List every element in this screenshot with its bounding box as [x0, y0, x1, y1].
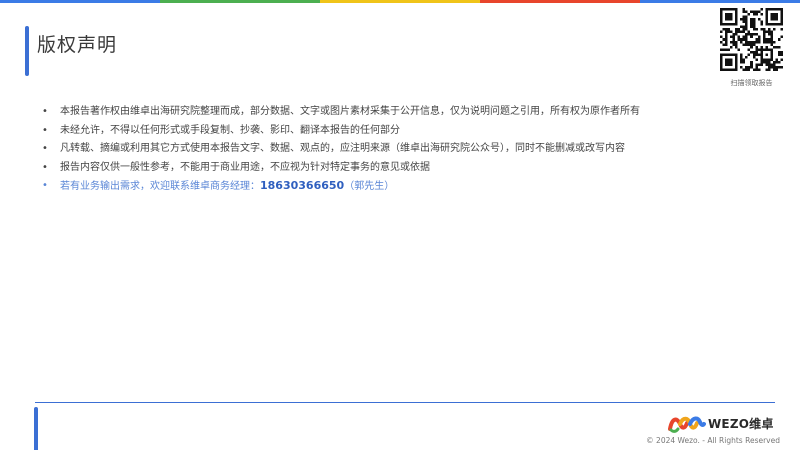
- bullet-dot: •: [42, 106, 48, 117]
- list-item-text: 本报告著作权由维卓出海研究院整理而成，部分数据、文字或图片素材采集于公开信息，仅…: [60, 106, 640, 117]
- list-item-text: 报告内容仅供一般性参考，不能用于商业用途，不应视为针对特定事务的意见或依据: [60, 161, 430, 173]
- top-bar-segment-blue-2: [640, 0, 800, 3]
- contact-list-item: • 若有业务输出需求，欢迎联系维卓商务经理：18630366650（郭先生）: [40, 177, 760, 197]
- bullet-dot: •: [42, 124, 48, 136]
- top-color-bar: [0, 0, 800, 3]
- footer-accent-bar: [34, 407, 38, 450]
- top-bar-segment-yellow: [320, 0, 480, 3]
- list-item: • 凡转载、摘编或利用其它方式使用本报告文字、数据、观点的，应注明来源（维卓出海…: [40, 140, 760, 159]
- copyright-notice-list: • 本报告著作权由维卓出海研究院整理而成，部分数据、文字或图片素材采集于公开信息…: [40, 103, 760, 197]
- bullet-dot: •: [42, 180, 48, 191]
- bullet-dot: •: [42, 161, 48, 173]
- page-title: 版权声明: [37, 34, 118, 56]
- qr-code-icon[interactable]: [720, 8, 783, 71]
- wezo-logo-icon: [668, 416, 706, 433]
- top-bar-segment-blue: [0, 0, 160, 3]
- contact-suffix: （郭先生）: [344, 181, 395, 192]
- list-item: • 未经允许，不得以任何形式或手段复制、抄袭、影印、翻译本报告的任何部分: [40, 122, 760, 141]
- top-bar-segment-red: [480, 0, 640, 3]
- contact-phone[interactable]: 18630366650: [260, 179, 344, 192]
- list-item-text: 未经允许，不得以任何形式或手段复制、抄袭、影印、翻译本报告的任何部分: [60, 124, 400, 136]
- bullet-dot: •: [42, 143, 48, 154]
- contact-prefix: 若有业务输出需求，欢迎联系维卓商务经理：: [60, 181, 260, 192]
- top-bar-segment-green: [160, 0, 320, 3]
- list-item: • 本报告著作权由维卓出海研究院整理而成，部分数据、文字或图片素材采集于公开信息…: [40, 103, 760, 122]
- title-accent-bar: [25, 26, 29, 76]
- list-item-text: 凡转载、摘编或利用其它方式使用本报告文字、数据、观点的，应注明来源（维卓出海研究…: [60, 143, 625, 154]
- brand-logo-block: WEZO维卓: [668, 412, 774, 434]
- qr-caption: 扫描领取报告: [730, 79, 773, 87]
- footer-divider: [35, 402, 775, 403]
- copyright-text: © 2024 Wezo. - All Rights Reserved: [646, 436, 780, 445]
- list-item: • 报告内容仅供一般性参考，不能用于商业用途，不应视为针对特定事务的意见或依据: [40, 159, 760, 178]
- qr-block: 扫描领取报告: [720, 8, 783, 88]
- brand-name: WEZO维卓: [708, 416, 774, 431]
